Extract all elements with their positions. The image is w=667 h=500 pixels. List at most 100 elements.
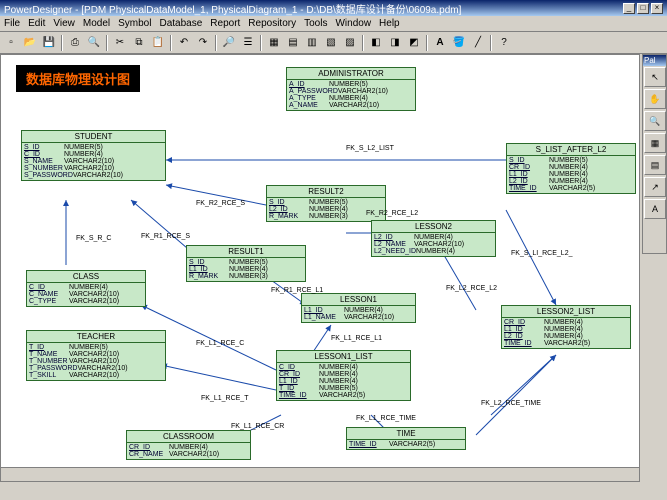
entity-header: LESSON2 (372, 221, 495, 233)
menu-symbol[interactable]: Symbol (118, 18, 151, 29)
menu-view[interactable]: View (53, 18, 75, 29)
palette-table-icon[interactable]: ▦ (644, 133, 666, 153)
tool-icon[interactable]: ▧ (322, 34, 340, 52)
entity-student[interactable]: STUDENT S_IDNUMBER(5)C_IDNUMBER(4)S_NAME… (21, 130, 166, 181)
entity-header: STUDENT (22, 131, 165, 143)
entity-body: C_IDNUMBER(4)CR_IDNUMBER(4)L1_IDNUMBER(4… (277, 363, 410, 400)
entity-lesson1list[interactable]: LESSON1_LIST C_IDNUMBER(4)CR_IDNUMBER(4)… (276, 350, 411, 401)
palette-pointer-icon[interactable]: ↖ (644, 67, 666, 87)
tool-icon[interactable]: ▤ (284, 34, 302, 52)
properties-icon[interactable]: ☰ (239, 34, 257, 52)
entity-body: L2_IDNUMBER(4)L2_NAMEVARCHAR2(10)L2_NEED… (372, 233, 495, 256)
menu-model[interactable]: Model (83, 18, 110, 29)
palette-view-icon[interactable]: ▤ (644, 155, 666, 175)
entity-header: RESULT1 (187, 246, 305, 258)
maximize-button[interactable]: □ (637, 3, 649, 14)
rel-label: FK_L1_RCE_T (201, 395, 248, 402)
entity-body: S_IDNUMBER(5)C_IDNUMBER(4)S_NAMEVARCHAR2… (22, 143, 165, 180)
menu-help[interactable]: Help (379, 18, 400, 29)
entity-administrator[interactable]: ADMINISTRATOR A_IDNUMBER(5)A_PASSWORDVAR… (286, 67, 416, 111)
entity-body: CR_IDNUMBER(4)L1_IDNUMBER(4)L2_IDNUMBER(… (502, 318, 630, 348)
menu-tools[interactable]: Tools (304, 18, 327, 29)
tool-icon[interactable]: ▦ (265, 34, 283, 52)
toolbar: ▫ 📂 💾 ⎙ 🔍 ✂ ⧉ 📋 ↶ ↷ 🔎 ☰ ▦ ▤ ▥ ▧ ▨ ◧ ◨ ◩ … (0, 32, 667, 54)
rel-label: FK_R2_RCE_L2 (366, 210, 418, 217)
entity-lesson2[interactable]: LESSON2 L2_IDNUMBER(4)L2_NAMEVARCHAR2(10… (371, 220, 496, 257)
menu-report[interactable]: Report (210, 18, 240, 29)
rel-label: FK_L1_RCE_CR (231, 423, 284, 430)
entity-header: S_LIST_AFTER_L2 (507, 144, 635, 156)
open-icon[interactable]: 📂 (21, 34, 39, 52)
palette-header: Pal (643, 55, 666, 66)
entity-body: C_IDNUMBER(4)C_NAMEVARCHAR2(10)C_TYPEVAR… (27, 283, 145, 306)
tool-icon[interactable]: ◩ (405, 34, 423, 52)
menu-bar: File Edit View Model Symbol Database Rep… (0, 16, 667, 32)
menu-repository[interactable]: Repository (248, 18, 296, 29)
entity-header: ADMINISTRATOR (287, 68, 415, 80)
copy-icon[interactable]: ⧉ (130, 34, 148, 52)
entity-body: S_IDNUMBER(5)CR_IDNUMBER(4)L1_IDNUMBER(4… (507, 156, 635, 193)
entity-header: CLASSROOM (127, 431, 250, 443)
fill-icon[interactable]: 🪣 (450, 34, 468, 52)
menu-edit[interactable]: Edit (28, 18, 45, 29)
entity-body: A_IDNUMBER(5)A_PASSWORDVARCHAR2(10)A_TYP… (287, 80, 415, 110)
entity-header: LESSON1_LIST (277, 351, 410, 363)
title-bar: PowerDesigner - [PDM PhysicalDataModel_1… (0, 0, 667, 16)
entity-header: TIME (347, 428, 465, 440)
rel-label: FK_S_LI_RCE_L2_ (511, 250, 572, 257)
new-icon[interactable]: ▫ (2, 34, 20, 52)
close-button[interactable]: × (651, 3, 663, 14)
rel-label: FK_L2_RCE_L2 (446, 285, 497, 292)
entity-header: RESULT2 (267, 186, 385, 198)
palette-reference-icon[interactable]: ↗ (644, 177, 666, 197)
line-icon[interactable]: ╱ (469, 34, 487, 52)
palette-zoom-icon[interactable]: 🔍 (644, 111, 666, 131)
entity-classroom[interactable]: CLASSROOM CR_IDNUMBER(4)CR_NAMEVARCHAR2(… (126, 430, 251, 460)
minimize-button[interactable]: _ (623, 3, 635, 14)
print-icon[interactable]: ⎙ (66, 34, 84, 52)
rel-label: FK_L1_RCE_TIME (356, 415, 416, 422)
entity-result1[interactable]: RESULT1 S_IDNUMBER(5)L1_IDNUMBER(4)R_MAR… (186, 245, 306, 282)
entity-lesson2list[interactable]: LESSON2_LIST CR_IDNUMBER(4)L1_IDNUMBER(4… (501, 305, 631, 349)
undo-icon[interactable]: ↶ (175, 34, 193, 52)
paste-icon[interactable]: 📋 (149, 34, 167, 52)
redo-icon[interactable]: ↷ (194, 34, 212, 52)
save-icon[interactable]: 💾 (40, 34, 58, 52)
entity-header: TEACHER (27, 331, 165, 343)
cut-icon[interactable]: ✂ (111, 34, 129, 52)
tool-icon[interactable]: ▨ (341, 34, 359, 52)
entity-time[interactable]: TIME TIME_IDVARCHAR2(5) (346, 427, 466, 450)
diagram-title: 数据库物理设计图 (16, 65, 140, 92)
help-icon[interactable]: ? (495, 34, 513, 52)
entity-body: L1_IDNUMBER(4)L1_NAMEVARCHAR2(10) (302, 306, 415, 322)
tool-icon[interactable]: ▥ (303, 34, 321, 52)
rel-label: FK_L1_RCE_C (196, 340, 244, 347)
text-icon[interactable]: A (431, 34, 449, 52)
rel-label: FK_S_R_C (76, 235, 111, 242)
rel-label: FK_S_L2_LIST (346, 145, 394, 152)
palette[interactable]: Pal ↖ ✋ 🔍 ▦ ▤ ↗ A (642, 54, 667, 254)
entity-class[interactable]: CLASS C_IDNUMBER(4)C_NAMEVARCHAR2(10)C_T… (26, 270, 146, 307)
preview-icon[interactable]: 🔍 (85, 34, 103, 52)
rel-label: FK_R1_RCE_L1 (271, 287, 323, 294)
workspace: 数据库物理设计图 ADMINISTRATOR A_IDNUMBER(5)A_PA… (0, 54, 640, 482)
rel-label: FK_L2_RCE_TIME (481, 400, 541, 407)
palette-text-icon[interactable]: A (644, 199, 666, 219)
scrollbar-horizontal[interactable] (1, 467, 639, 481)
entity-header: CLASS (27, 271, 145, 283)
menu-file[interactable]: File (4, 18, 20, 29)
tool-icon[interactable]: ◧ (367, 34, 385, 52)
menu-database[interactable]: Database (159, 18, 202, 29)
entity-body: S_IDNUMBER(5)L1_IDNUMBER(4)R_MARKNUMBER(… (187, 258, 305, 281)
find-icon[interactable]: 🔎 (220, 34, 238, 52)
entity-body: T_IDNUMBER(5)T_NAMEVARCHAR2(10)T_NUMBERV… (27, 343, 165, 380)
menu-window[interactable]: Window (335, 18, 371, 29)
palette-hand-icon[interactable]: ✋ (644, 89, 666, 109)
rel-label: FK_R1_RCE_S (141, 233, 190, 240)
connectors (1, 55, 639, 481)
entity-slistafter[interactable]: S_LIST_AFTER_L2 S_IDNUMBER(5)CR_IDNUMBER… (506, 143, 636, 194)
entity-lesson1[interactable]: LESSON1 L1_IDNUMBER(4)L1_NAMEVARCHAR2(10… (301, 293, 416, 323)
tool-icon[interactable]: ◨ (386, 34, 404, 52)
entity-teacher[interactable]: TEACHER T_IDNUMBER(5)T_NAMEVARCHAR2(10)T… (26, 330, 166, 381)
diagram-canvas[interactable]: 数据库物理设计图 ADMINISTRATOR A_IDNUMBER(5)A_PA… (1, 55, 639, 481)
